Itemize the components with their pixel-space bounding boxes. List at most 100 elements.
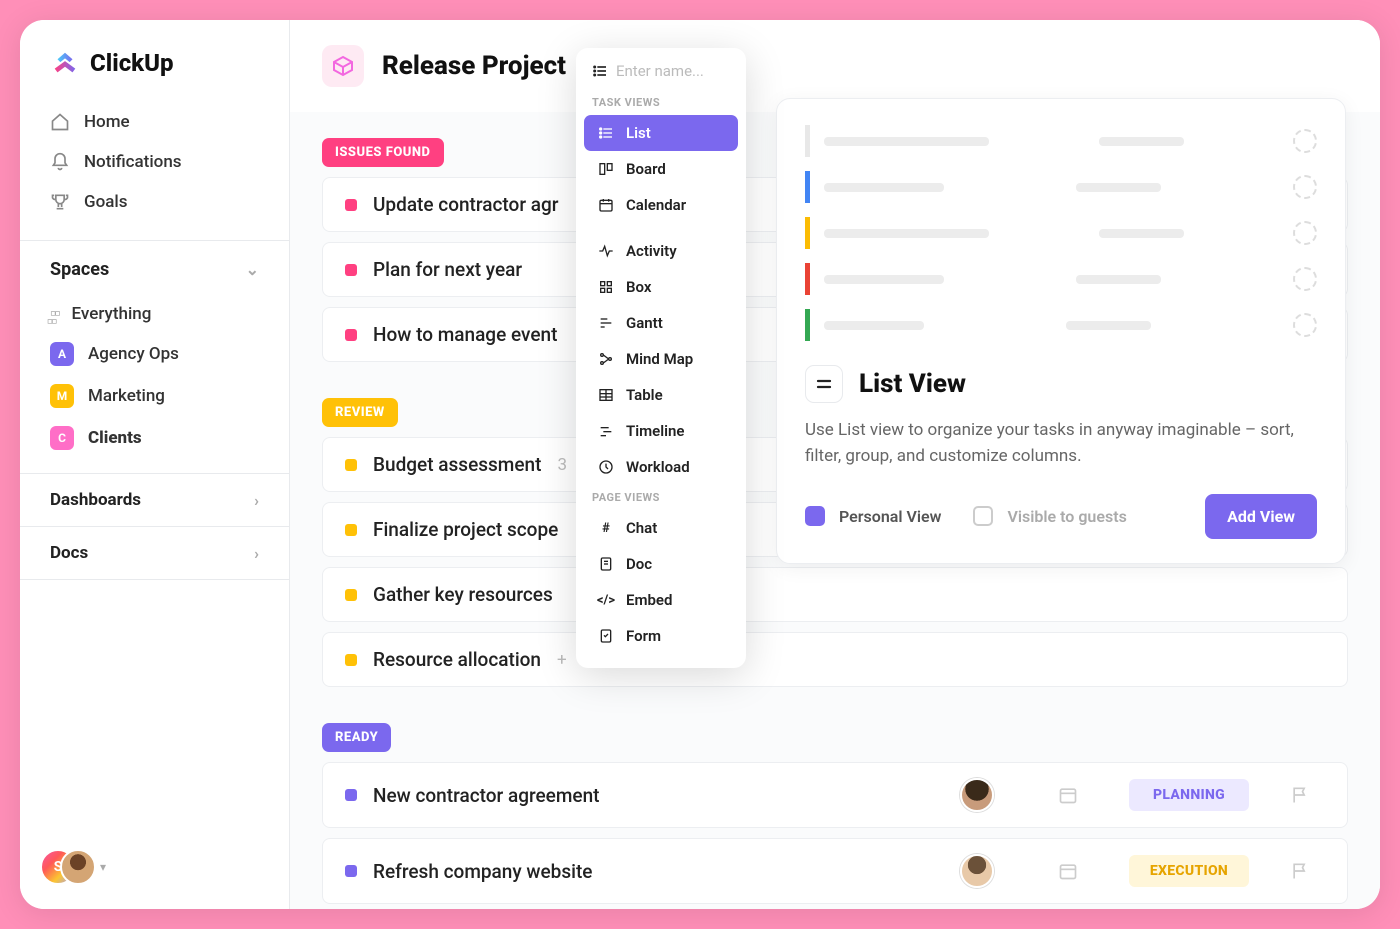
assignee-avatar[interactable]	[960, 778, 994, 812]
status-dot	[345, 264, 357, 276]
status-badge[interactable]: ISSUES FOUND	[322, 138, 444, 167]
bell-icon	[50, 152, 70, 172]
calendar-icon[interactable]	[1058, 861, 1078, 881]
user-menu[interactable]: S ▾	[20, 825, 289, 909]
view-option-timeline[interactable]: Timeline	[584, 413, 738, 449]
task-title: Update contractor agr	[373, 193, 558, 216]
space-label: Clients	[88, 428, 142, 448]
view-option-box[interactable]: Box	[584, 269, 738, 305]
status-dot	[345, 329, 357, 341]
grid-icon: ▫▫	[47, 311, 56, 332]
nav-label: Home	[84, 112, 130, 132]
view-option-gantt[interactable]: Gantt	[584, 305, 738, 341]
task-row[interactable]: Gather key resources	[322, 567, 1348, 622]
view-option-label: Doc	[626, 555, 652, 573]
dashboards-label: Dashboards	[50, 490, 141, 510]
view-name-input[interactable]	[616, 62, 730, 80]
list-icon	[592, 63, 608, 79]
app-window: ClickUp Home Notifications Goals Spaces …	[20, 20, 1380, 909]
space-label: Agency Ops	[88, 344, 179, 364]
project-title: Release Project	[382, 51, 566, 81]
task-title: Finalize project scope	[373, 518, 558, 541]
status-dot	[345, 589, 357, 601]
home-icon	[50, 112, 70, 132]
status-badge[interactable]: READY	[322, 723, 391, 752]
chevron-down-icon: ▾	[100, 860, 106, 874]
view-option-embed[interactable]: </>Embed	[584, 582, 738, 618]
task-row[interactable]: Refresh company website EXECUTION	[322, 838, 1348, 904]
nav-notifications[interactable]: Notifications	[36, 142, 273, 182]
nav-label: Goals	[84, 192, 127, 212]
view-option-label: Board	[626, 160, 666, 178]
nav-docs[interactable]: Docs ›	[20, 526, 289, 580]
nav-section: Home Notifications Goals	[20, 96, 289, 236]
status-badge[interactable]: REVIEW	[322, 398, 398, 427]
chevron-right-icon: ›	[254, 491, 259, 510]
status-dot	[345, 459, 357, 471]
popover-section-label: PAGE VIEWS	[576, 485, 746, 510]
space-avatar: A	[50, 342, 74, 366]
view-option-label: Box	[626, 278, 651, 296]
stage-tag[interactable]: EXECUTION	[1129, 855, 1249, 887]
sidebar-space-item[interactable]: A Agency Ops	[36, 333, 273, 375]
view-option-list[interactable]: List	[584, 115, 738, 151]
flag-icon[interactable]	[1290, 861, 1310, 881]
space-avatar: C	[50, 426, 74, 450]
view-option-label: Workload	[626, 458, 690, 476]
task-title: Budget assessment	[373, 453, 541, 476]
preview-description: Use List view to organize your tasks in …	[805, 417, 1317, 470]
status-dot	[345, 865, 357, 877]
view-preview-panel: List View Use List view to organize your…	[776, 98, 1346, 564]
view-option-label: Table	[626, 386, 663, 404]
view-option-doc[interactable]: Doc	[584, 546, 738, 582]
view-option-table[interactable]: Table	[584, 377, 738, 413]
view-option-form[interactable]: Form	[584, 618, 738, 654]
assignee-avatar[interactable]	[960, 854, 994, 888]
view-option-board[interactable]: Board	[584, 151, 738, 187]
visible-guests-checkbox[interactable]	[973, 506, 993, 526]
flag-icon[interactable]	[1290, 785, 1310, 805]
task-meta: +	[557, 650, 567, 670]
space-avatar: M	[50, 384, 74, 408]
preview-title: List View	[859, 369, 966, 399]
sidebar-everything[interactable]: ▫▫ ▫▫ Everything	[36, 294, 273, 333]
task-row[interactable]: Resource allocation +	[322, 632, 1348, 687]
task-title: Resource allocation	[373, 648, 541, 671]
spaces-header[interactable]: Spaces ⌄	[20, 245, 289, 288]
personal-view-checkbox[interactable]	[805, 506, 825, 526]
logo-text: ClickUp	[90, 49, 174, 77]
view-option-label: List	[626, 124, 651, 142]
preview-illustration	[805, 125, 1317, 341]
trophy-icon	[50, 192, 70, 212]
nav-dashboards[interactable]: Dashboards ›	[20, 473, 289, 526]
nav-label: Notifications	[84, 152, 182, 172]
sidebar: ClickUp Home Notifications Goals Spaces …	[20, 20, 290, 909]
nav-goals[interactable]: Goals	[36, 182, 273, 222]
task-row[interactable]: New contractor agreementPLANNING	[322, 762, 1348, 828]
personal-view-label: Personal View	[839, 507, 941, 526]
view-option-activity[interactable]: Activity	[584, 233, 738, 269]
everything-label: Everything	[72, 304, 152, 324]
chevron-right-icon: ›	[254, 544, 259, 563]
view-option-label: Calendar	[626, 196, 686, 214]
calendar-icon[interactable]	[1058, 785, 1078, 805]
view-option-label: Mind Map	[626, 350, 693, 368]
status-group: READY New contractor agreementPLANNING R…	[322, 723, 1348, 909]
task-meta: 3	[557, 455, 567, 475]
view-option-label: Form	[626, 627, 661, 645]
visible-guests-label: Visible to guests	[1007, 507, 1126, 526]
view-option-mind-map[interactable]: Mind Map	[584, 341, 738, 377]
sidebar-space-item[interactable]: MMarketing	[36, 375, 273, 417]
logo[interactable]: ClickUp	[20, 20, 289, 96]
add-view-button[interactable]: Add View	[1205, 494, 1317, 539]
status-dot	[345, 524, 357, 536]
task-title: Refresh company website	[373, 860, 592, 883]
view-option-workload[interactable]: Workload	[584, 449, 738, 485]
task-title: How to manage event	[373, 323, 557, 346]
view-option-calendar[interactable]: Calendar	[584, 187, 738, 223]
nav-home[interactable]: Home	[36, 102, 273, 142]
sidebar-space-item[interactable]: C Clients	[36, 417, 273, 459]
view-option-label: Timeline	[626, 422, 684, 440]
stage-tag[interactable]: PLANNING	[1129, 779, 1249, 811]
view-option-chat[interactable]: #Chat	[584, 510, 738, 546]
